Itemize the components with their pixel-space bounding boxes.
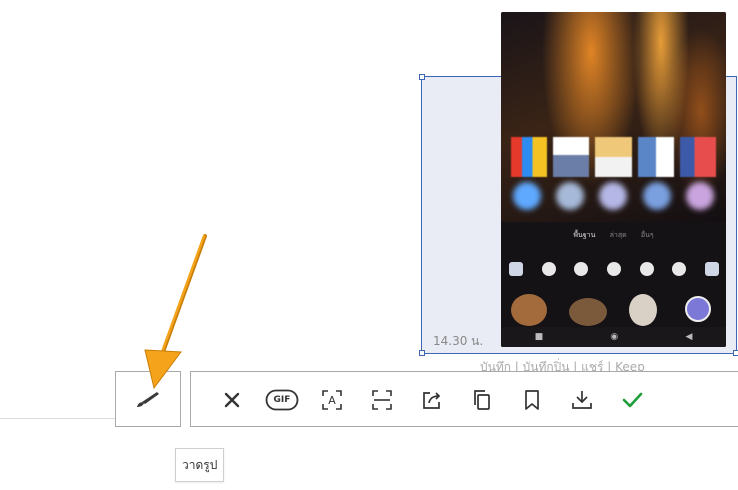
paintbrush-icon [137,392,159,407]
ball-icon [672,262,687,276]
download-button[interactable] [565,384,599,416]
bookmark-button[interactable] [515,384,549,416]
bookmark-icon [525,390,539,410]
keyboard-icon [509,262,523,276]
scroll-capture-icon [372,390,392,410]
bus-icon [704,262,719,276]
sheet-tab-basic: พื้นฐาน [573,231,596,239]
back-icon: ◀ [685,332,693,342]
smiley-icon [541,262,556,276]
share-button[interactable] [415,384,449,416]
blurred-icons [511,182,716,220]
copy-button[interactable] [465,384,499,416]
draw-tooltip: วาดรูป [175,448,225,482]
recents-icon: ■ [534,332,544,342]
capture-toolbar: GIF A [190,371,738,427]
sticker-chef-icon [629,294,657,326]
sheet-tab-recent: ล่าสุด [609,231,627,239]
copy-icon [474,390,490,410]
close-button[interactable] [215,384,249,416]
draw-button[interactable] [115,371,181,427]
hand-icon [574,262,589,276]
divider-line [0,418,115,419]
selection-handle-bottom-left[interactable] [419,350,425,356]
phone-screenshot-image: พื้นฐาน ล่าสุด อื่นๆ ■ ◉ ◀ [501,12,726,347]
gif-label: GIF [273,395,291,405]
pixelated-app-icons [511,137,717,177]
sticker-characters-icon [569,298,607,326]
share-icon [423,392,441,409]
sticker-category-icons [509,262,719,276]
confirm-button[interactable] [615,384,649,416]
cat-icon [606,262,621,276]
android-nav-bar: ■ ◉ ◀ [501,327,726,347]
text-recognition-button[interactable]: A [315,384,349,416]
sticker-bear-icon [511,294,547,326]
sticker-sheet-tabs: พื้นฐาน ล่าสุด อื่นๆ [501,230,726,241]
scroll-capture-button[interactable] [365,384,399,416]
selection-handle-bottom-right[interactable] [733,350,738,356]
sheet-tab-other: อื่นๆ [640,231,654,239]
message-timestamp: 14.30 น. [433,334,484,348]
home-icon: ◉ [610,332,619,342]
check-icon [622,392,643,408]
selection-handle-top-left[interactable] [419,74,425,80]
close-icon [224,392,240,408]
text-recognition-label: A [328,393,336,407]
sticker-circle-icon [685,296,711,322]
food-icon [639,262,654,276]
download-icon [572,391,592,409]
gif-button[interactable]: GIF [265,384,299,416]
